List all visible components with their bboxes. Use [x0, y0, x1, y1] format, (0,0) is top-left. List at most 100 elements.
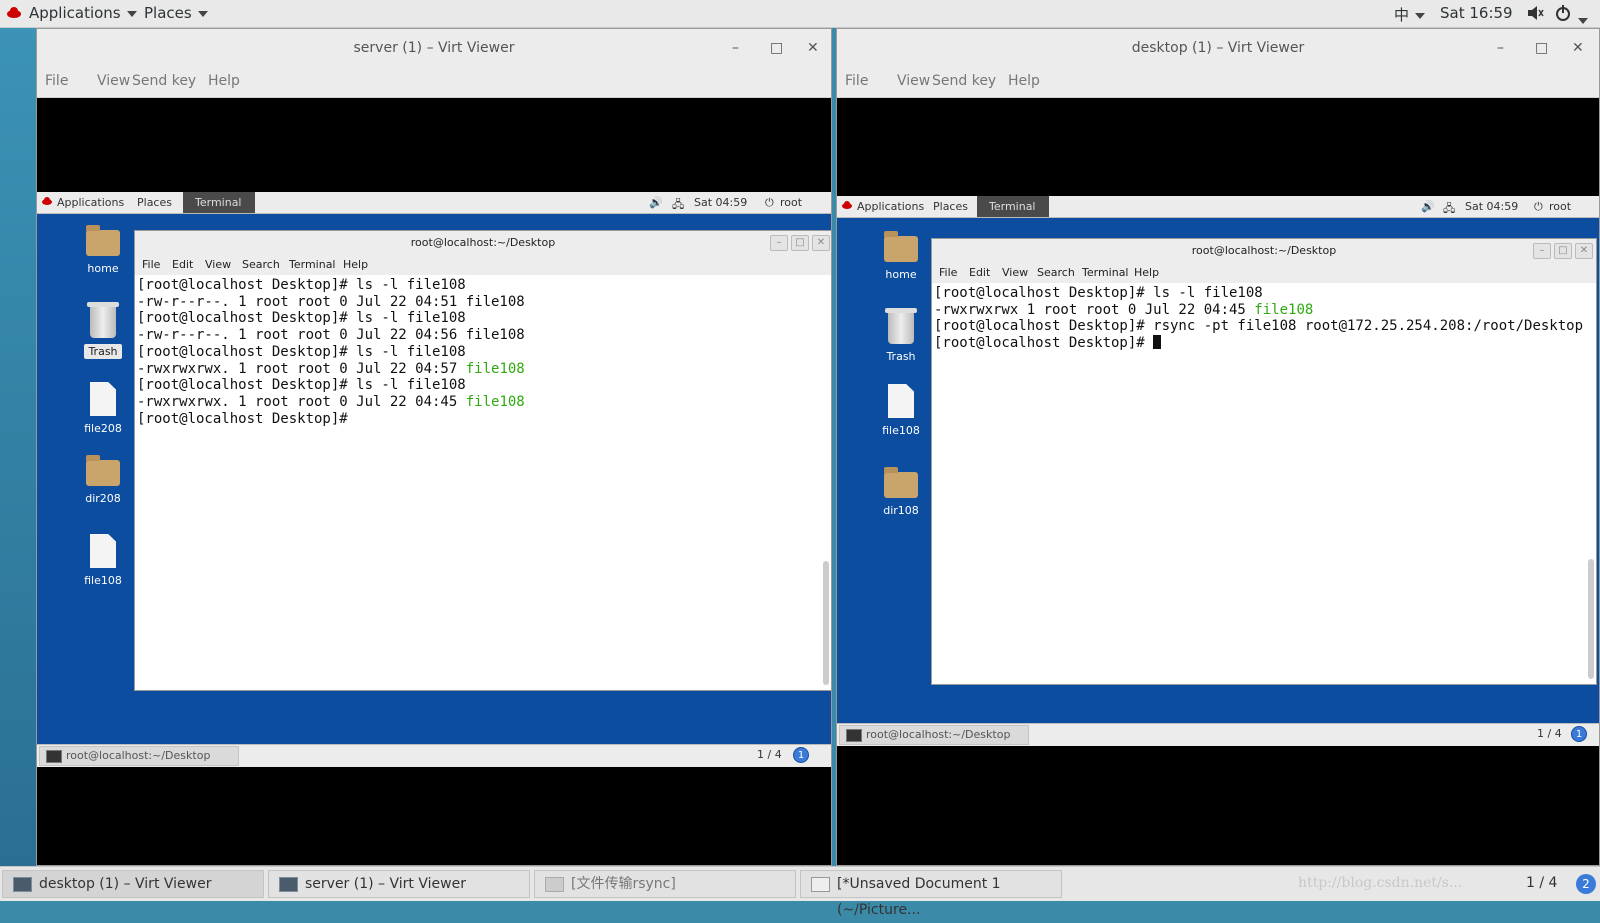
minimize-button[interactable]: – [1533, 243, 1551, 259]
guest-user-icon[interactable]: ⏻ [765, 196, 774, 210]
guest-network-icon[interactable]: 🖧 [672, 196, 684, 215]
terminal-menu-file[interactable]: File [939, 266, 957, 279]
guest-taskbar: root@localhost:~/Desktop 1 / 4 1 [837, 723, 1599, 746]
terminal-menu-edit[interactable]: Edit [969, 266, 990, 279]
guest-places-menu[interactable]: Places [137, 196, 172, 209]
menu-help[interactable]: Help [208, 73, 240, 89]
desktop-icon-home[interactable]: home [871, 231, 931, 281]
icon-label: Trash [84, 344, 122, 359]
menu-view[interactable]: View [97, 73, 130, 89]
watermark: http://blog.csdn.net/s... [1298, 875, 1463, 891]
input-method-indicator[interactable]: 中 [1394, 4, 1426, 25]
taskbar-desktop-viewer[interactable]: desktop (1) – Virt Viewer [2, 870, 264, 898]
close-button[interactable]: ✕ [1575, 243, 1593, 259]
menu-help[interactable]: Help [1008, 73, 1040, 89]
terminal-menu-help[interactable]: Help [343, 258, 368, 271]
minimize-button[interactable]: – [1497, 29, 1504, 67]
applications-menu[interactable]: Applications [29, 4, 137, 22]
host-desktop-background [0, 28, 36, 866]
guest-applications-menu[interactable]: Applications [57, 196, 124, 209]
terminal-menu-help[interactable]: Help [1134, 266, 1159, 279]
terminal-menu-terminal[interactable]: Terminal [1082, 266, 1129, 279]
desktop-icon-file208[interactable]: file208 [73, 382, 133, 435]
desktop-icon-file108[interactable]: file108 [73, 534, 133, 587]
terminal-line: [root@localhost Desktop]# [934, 335, 1583, 352]
guest-applications-menu[interactable]: Applications [857, 200, 924, 213]
minimize-button[interactable]: – [770, 235, 788, 251]
terminal-menu-terminal[interactable]: Terminal [289, 258, 336, 271]
maximize-button[interactable]: □ [791, 235, 809, 251]
system-menu-caret-icon[interactable] [1578, 11, 1588, 29]
desktop-icon-file108[interactable]: file108 [871, 384, 931, 437]
terminal-menu-edit[interactable]: Edit [172, 258, 193, 271]
guest-clock[interactable]: Sat 04:59 [1465, 200, 1518, 213]
guest-taskbar-terminal[interactable]: root@localhost:~/Desktop [39, 746, 239, 766]
desktop-virt-viewer-window: desktop (1) – Virt Viewer – □ ✕ File Vie… [836, 28, 1600, 866]
guest-terminal-app-menu[interactable]: Terminal [183, 192, 255, 213]
notification-badge[interactable]: 2 [1576, 874, 1596, 894]
window-title: desktop (1) – Virt Viewer [837, 29, 1599, 67]
desktop-icon-trash[interactable]: Trash [871, 308, 931, 363]
terminal-menu-view[interactable]: View [205, 258, 231, 271]
guest-user-menu[interactable]: root [780, 196, 802, 209]
power-icon[interactable] [1554, 4, 1572, 26]
guest-workspace-indicator[interactable]: 1 / 4 [1537, 727, 1562, 740]
taskbar-server-viewer[interactable]: server (1) – Virt Viewer [268, 870, 530, 898]
guest-taskbar: root@localhost:~/Desktop 1 / 4 1 [37, 744, 831, 767]
home-folder-icon [884, 231, 918, 262]
guest-places-menu[interactable]: Places [933, 200, 968, 213]
guest-clock[interactable]: Sat 04:59 [694, 196, 747, 209]
menu-view[interactable]: View [897, 73, 930, 89]
guest-user-icon[interactable]: ⏻ [1534, 200, 1543, 214]
guest-taskbar-terminal[interactable]: root@localhost:~/Desktop [839, 725, 1029, 745]
desktop-icon-dir108[interactable]: dir108 [871, 467, 931, 517]
terminal-scrollbar[interactable] [1588, 559, 1594, 679]
guest-notification-badge[interactable]: 1 [1571, 726, 1587, 742]
desktop-icon-home[interactable]: home [73, 225, 133, 275]
taskbar-label: root@localhost:~/Desktop [866, 728, 1011, 741]
close-button[interactable]: ✕ [807, 29, 819, 67]
menu-send-key[interactable]: Send key [132, 73, 196, 89]
maximize-button[interactable]: □ [1554, 243, 1572, 259]
maximize-button[interactable]: □ [770, 29, 783, 67]
terminal-output[interactable]: [root@localhost Desktop]# ls -l file108-… [137, 277, 525, 427]
minimize-button[interactable]: – [732, 29, 739, 67]
terminal-line: -rwxrwxrwx 1 root root 0 Jul 22 04:45 fi… [934, 301, 1314, 318]
guest-workspace-indicator[interactable]: 1 / 4 [757, 748, 782, 761]
terminal-menu-search[interactable]: Search [1037, 266, 1075, 279]
maximize-button[interactable]: □ [1535, 29, 1548, 67]
terminal-menu-search[interactable]: Search [242, 258, 280, 271]
terminal-menu-file[interactable]: File [142, 258, 160, 271]
terminal-menu-view[interactable]: View [1002, 266, 1028, 279]
window-title: server (1) – Virt Viewer [37, 29, 831, 67]
taskbar-rsync-doc[interactable]: [文件传输rsync] [534, 870, 796, 898]
menu-file[interactable]: File [845, 73, 868, 89]
guest-volume-icon[interactable]: 🔊 [1421, 200, 1435, 213]
guest-terminal-app-menu[interactable]: Terminal [977, 196, 1049, 217]
guest-volume-icon[interactable]: 🔊 [649, 196, 663, 209]
menu-send-key[interactable]: Send key [932, 73, 996, 89]
terminal-scrollbar[interactable] [823, 561, 829, 685]
terminal-line: [root@localhost Desktop]# rsync -pt file… [934, 318, 1584, 335]
desktop-icon-dir208[interactable]: dir208 [73, 455, 133, 505]
volume-muted-icon[interactable] [1526, 5, 1544, 25]
menu-file[interactable]: File [45, 73, 68, 89]
terminal-output[interactable]: [root@localhost Desktop]# ls -l file108-… [934, 285, 1583, 352]
home-folder-icon [86, 225, 120, 256]
close-button[interactable]: ✕ [1572, 29, 1584, 67]
icon-label: file108 [84, 574, 122, 587]
terminal-icon [846, 729, 862, 742]
host-top-bar: Applications Places 中 Sat 16:59 [0, 0, 1600, 28]
desktop-icon-trash[interactable]: Trash [73, 302, 133, 359]
guest-desktop: home Trash file108 dir108 root@localhost… [837, 218, 1599, 723]
guest-network-icon[interactable]: 🖧 [1443, 200, 1455, 219]
clock[interactable]: Sat 16:59 [1440, 4, 1513, 22]
close-button[interactable]: ✕ [812, 235, 830, 251]
guest-user-menu[interactable]: root [1549, 200, 1571, 213]
places-menu[interactable]: Places [144, 4, 208, 22]
taskbar-unsaved-document[interactable]: [*Unsaved Document 1 (~/Picture... [800, 870, 1062, 918]
workspace-indicator[interactable]: 1 / 4 [1526, 875, 1557, 891]
terminal-line: [root@localhost Desktop]# ls -l file108 [137, 310, 466, 327]
guest-notification-badge[interactable]: 1 [793, 747, 809, 763]
icon-label: file108 [882, 424, 920, 437]
